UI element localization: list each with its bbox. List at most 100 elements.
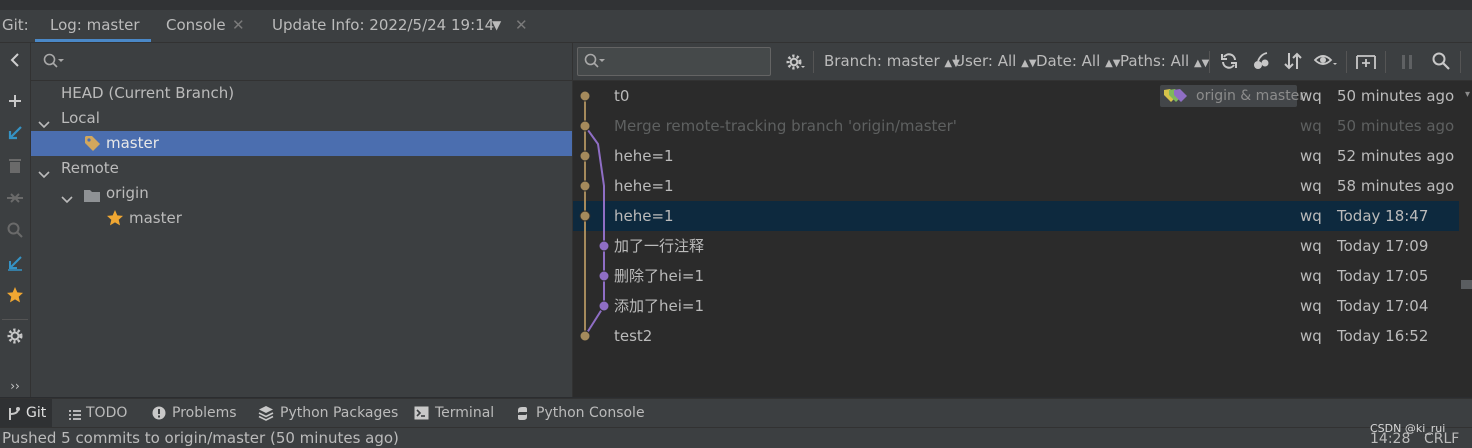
tool-tab-label: Git [26, 405, 47, 421]
commit-row[interactable]: 删除了hei=1 wq Today 17:05 [573, 261, 1459, 291]
graph-commit-dot[interactable] [579, 210, 591, 222]
tool-tab-git[interactable]: Git [0, 399, 52, 428]
settings-icon[interactable] [0, 327, 30, 353]
commit-row[interactable]: test2 wq Today 16:52 [573, 321, 1459, 351]
search-icon [43, 53, 65, 73]
tool-tab-terminal[interactable]: Terminal [413, 399, 503, 428]
user-filter-dropdown[interactable]: User: All ▲▼ [954, 43, 1037, 80]
log-search-input[interactable] [608, 50, 767, 74]
tree-row-head[interactable]: HEAD (Current Branch) [31, 81, 572, 106]
updown-arrows-icon: ▲▼ [1105, 58, 1121, 69]
tool-tab-problems[interactable]: Problems [151, 399, 241, 428]
paths-filter-dropdown[interactable]: Paths: All ▲▼ [1120, 43, 1209, 80]
graph-commit-dot[interactable] [579, 330, 591, 342]
more-icon[interactable]: ›› [0, 373, 30, 399]
line-ending-indicator[interactable]: CRLF [1424, 431, 1459, 447]
git-tool-window-tabbar: Git: Log: master Console ✕ Update Info: … [0, 10, 1472, 43]
commit-author: wq [1300, 87, 1322, 105]
cherry-pick-icon[interactable] [1248, 43, 1274, 80]
tree-row-remote[interactable]: Remote [31, 156, 572, 181]
tab-update-info[interactable]: Update Info: 2022/5/24 19:14 ▼ ✕ [258, 10, 534, 42]
graph-commit-dot[interactable] [598, 270, 610, 282]
commit-subject: 添加了hei=1 [614, 297, 705, 315]
tool-tab-label: Python Console [536, 405, 645, 421]
tree-row-local[interactable]: Local [31, 106, 572, 131]
add-icon[interactable] [0, 90, 30, 116]
graph-commit-dot[interactable] [579, 150, 591, 162]
status-time[interactable]: 14:28 [1370, 431, 1410, 447]
delete-icon[interactable] [0, 156, 30, 182]
pull-icon[interactable] [0, 253, 30, 279]
commit-date: 50 minutes ago [1337, 87, 1455, 105]
branch-filter-dropdown[interactable]: Branch: master ▲▼ [824, 43, 960, 80]
branches-panel: HEAD (Current Branch) Local master Remot… [31, 43, 573, 397]
commit-subject: hehe=1 [614, 147, 674, 165]
collapse-panel-icon[interactable] [0, 49, 30, 75]
commit-row[interactable]: 加了一行注释 wq Today 17:09 [573, 231, 1459, 261]
commit-author: wq [1300, 177, 1322, 195]
tag-icon [1164, 89, 1187, 102]
commit-subject: Merge remote-tracking branch 'origin/mas… [614, 117, 957, 135]
toolbar-divider [2, 319, 28, 320]
status-message[interactable]: Pushed 5 commits to origin/master (50 mi… [2, 428, 399, 448]
commit-date: Today 17:04 [1337, 297, 1429, 315]
tab-log-master[interactable]: Log: master [35, 10, 151, 42]
close-icon[interactable]: ✕ [515, 10, 528, 42]
close-icon[interactable]: ✕ [232, 10, 245, 42]
commit-row[interactable]: 添加了hei=1 wq Today 17:04 [573, 291, 1459, 321]
tree-row-origin-master[interactable]: master [31, 206, 572, 231]
graph-commit-dot[interactable] [579, 90, 591, 102]
tool-tab-label: Terminal [435, 405, 495, 421]
graph-commit-dot[interactable] [598, 300, 610, 312]
commit-subject: test2 [614, 327, 653, 345]
commit-row[interactable]: hehe=1 wq 52 minutes ago [573, 141, 1459, 171]
tool-tab-todo[interactable]: TODO [66, 399, 136, 428]
search-icon[interactable] [0, 220, 30, 246]
toolbar-separator [1209, 51, 1210, 73]
sort-icon[interactable] [1280, 43, 1306, 80]
graph-commit-dot[interactable] [598, 240, 610, 252]
branch-tag-badge: origin & master [1160, 85, 1305, 107]
tool-tab-python-packages[interactable]: Python Packages [257, 399, 398, 428]
settings-icon[interactable] [782, 43, 808, 80]
commit-author: wq [1300, 117, 1322, 135]
eye-icon[interactable] [1312, 43, 1340, 80]
merge-icon[interactable] [0, 188, 30, 214]
branch-search-input[interactable] [71, 49, 555, 75]
commit-date: Today 17:09 [1337, 237, 1429, 255]
new-tab-icon[interactable] [1352, 43, 1380, 80]
git-tabs-prefix: Git: [2, 16, 29, 34]
filter-label: Paths: All [1120, 52, 1190, 70]
tool-tab-label: Problems [172, 405, 237, 421]
favorite-icon[interactable] [0, 286, 30, 312]
updown-arrows-icon: ▲▼ [1193, 58, 1210, 69]
chevron-down-icon[interactable]: ▾ [1465, 89, 1470, 100]
vertical-scrollbar-thumb[interactable] [1461, 280, 1472, 289]
graph-commit-dot[interactable] [579, 180, 591, 192]
date-filter-dropdown[interactable]: Date: All ▲▼ [1036, 43, 1120, 80]
branch-search-bar[interactable] [31, 43, 572, 81]
tree-row-origin[interactable]: origin [31, 181, 572, 206]
tree-row-local-master[interactable]: master [31, 131, 572, 156]
refresh-icon[interactable] [1216, 43, 1242, 80]
pause-icon[interactable] [1394, 43, 1420, 80]
tree-row-label: Local [61, 109, 100, 127]
tab-label: Console [166, 16, 226, 34]
tool-tab-python-console[interactable]: Python Console [514, 399, 654, 428]
git-left-toolbar: ›› [0, 43, 31, 397]
commit-row[interactable]: hehe=1 wq Today 18:47 [573, 201, 1459, 231]
tab-console[interactable]: Console ✕ [152, 10, 254, 42]
branch-tag-label: origin & master [1196, 88, 1306, 104]
commit-row[interactable]: hehe=1 wq 58 minutes ago [573, 171, 1459, 201]
graph-commit-dot[interactable] [579, 120, 591, 132]
commit-row[interactable]: Merge remote-tracking branch 'origin/mas… [573, 111, 1459, 141]
commit-row[interactable]: t0 origin & master wq 50 minutes ago [573, 81, 1459, 111]
update-icon[interactable] [0, 123, 30, 149]
active-tab-indicator [35, 39, 151, 42]
chevron-down-icon[interactable]: ▼ [492, 10, 501, 42]
log-search-box[interactable] [577, 47, 771, 76]
search-icon[interactable] [1428, 43, 1454, 80]
tree-row-label: master [129, 209, 182, 227]
commit-author: wq [1300, 327, 1322, 345]
search-icon [584, 53, 606, 73]
